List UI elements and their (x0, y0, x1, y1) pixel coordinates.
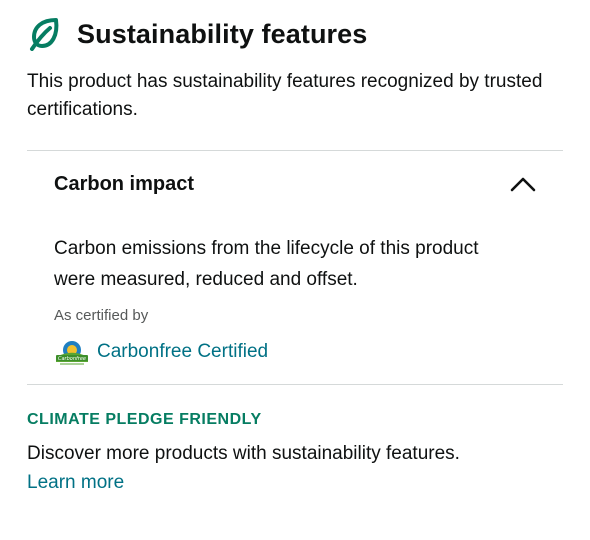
carbon-impact-accordion: Carbon impact Carbon emissions from the … (27, 151, 563, 366)
panel-header: Sustainability features (27, 14, 563, 54)
accordion-title: Carbon impact (54, 172, 195, 195)
carbon-impact-accordion-toggle[interactable]: Carbon impact (27, 151, 563, 217)
pledge-description: Discover more products with sustainabili… (27, 443, 460, 464)
carbonfree-logo-text: Carbonfree (58, 356, 86, 362)
certification-row: Carbonfree Carbonfree Certified (54, 338, 563, 366)
divider (27, 384, 563, 385)
leaf-icon (29, 17, 61, 51)
certified-by-label: As certified by (54, 307, 149, 324)
page-title: Sustainability features (77, 18, 368, 49)
carbonfree-certified-link[interactable]: Carbonfree Certified (97, 341, 268, 363)
accordion-body: Carbon emissions from the lifecycle of t… (27, 217, 563, 366)
chevron-up-icon[interactable] (510, 176, 536, 192)
carbonfree-logo-icon: Carbonfree (54, 338, 90, 366)
climate-pledge-friendly-badge: CLIMATE PLEDGE FRIENDLY (27, 411, 262, 428)
carbon-impact-description: Carbon emissions from the lifecycle of t… (54, 238, 479, 290)
sustainability-panel: Sustainability features This product has… (27, 14, 563, 497)
learn-more-link[interactable]: Learn more (27, 469, 124, 497)
intro-text: This product has sustainability features… (27, 71, 543, 120)
